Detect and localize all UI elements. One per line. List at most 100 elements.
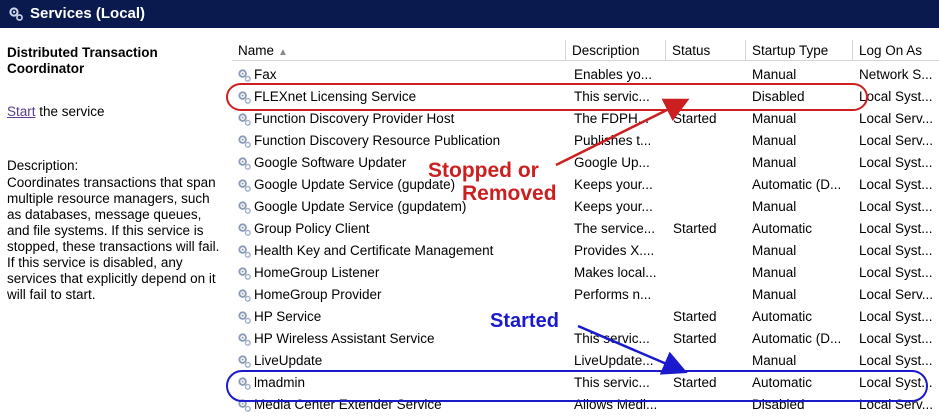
- service-row[interactable]: Google Update Service (gupdatem) Keeps yo…: [232, 196, 939, 218]
- service-gear-icon: [238, 135, 251, 148]
- service-row[interactable]: Fax Enables yo... Manual Network S...: [232, 64, 939, 86]
- column-name-label: Name: [238, 43, 275, 58]
- service-log-on-as: Local Syst...: [859, 199, 933, 214]
- column-header-log-on-as[interactable]: Log On As: [853, 40, 939, 61]
- service-startup-type: Manual: [752, 111, 797, 126]
- service-description-cell: This servic...: [574, 89, 650, 104]
- service-description-cell: Publishes t...: [574, 133, 652, 148]
- service-gear-icon: [238, 69, 251, 82]
- stopped-label-line2: Removed: [462, 182, 557, 205]
- service-row[interactable]: LiveUpdate LiveUpdate... Manual Local Syst.…: [232, 350, 939, 372]
- service-status: [673, 284, 743, 306]
- service-startup-type: Manual: [752, 287, 797, 302]
- service-name: LiveUpdate: [254, 353, 323, 368]
- service-row[interactable]: lmadmin This servic... Started Automatic Loc…: [232, 372, 939, 394]
- service-status: [673, 350, 743, 372]
- service-status: Started: [673, 111, 717, 126]
- service-name: HomeGroup Listener: [254, 265, 380, 280]
- service-gear-icon: [238, 201, 251, 214]
- service-gear-icon: [238, 355, 251, 368]
- window-title: Services (Local): [30, 5, 146, 22]
- service-status: [673, 196, 743, 218]
- service-description-cell: Keeps your...: [574, 177, 653, 192]
- service-gear-icon: [238, 311, 251, 324]
- service-startup-type: Manual: [752, 353, 797, 368]
- service-row[interactable]: HomeGroup Provider Performs n... Manual Loc…: [232, 284, 939, 306]
- service-gear-icon: [238, 333, 251, 346]
- service-row[interactable]: Google Update Service (gupdate) Keeps you…: [232, 174, 939, 196]
- service-description: Coordinates transactions that span multi…: [7, 175, 220, 302]
- column-header-name[interactable]: Name ▲: [232, 40, 566, 61]
- service-name: Function Discovery Resource Publication: [254, 133, 501, 148]
- service-row[interactable]: Function Discovery Provider Host The FDPH…: [232, 108, 939, 130]
- service-row[interactable]: HomeGroup Listener Makes local... Manual Lo…: [232, 262, 939, 284]
- service-name: Fax: [254, 67, 277, 82]
- service-startup-type: Automatic: [752, 375, 813, 390]
- service-description-cell: This servic...: [574, 375, 650, 390]
- service-description-cell: LiveUpdate...: [574, 353, 654, 368]
- service-description-cell: [574, 306, 664, 328]
- start-service-link[interactable]: Start: [7, 104, 36, 119]
- service-log-on-as: Network S...: [859, 67, 933, 82]
- column-header-description[interactable]: Description: [566, 40, 666, 61]
- service-startup-type: Manual: [752, 133, 797, 148]
- service-name: Health Key and Certificate Management: [254, 243, 494, 258]
- service-status: Started: [673, 331, 717, 346]
- gear-icon: [9, 7, 23, 21]
- service-row[interactable]: Google Software Updater Google Up... Manua…: [232, 152, 939, 174]
- service-log-on-as: Local Syst...: [859, 221, 933, 236]
- service-row[interactable]: Health Key and Certificate Management Pro…: [232, 240, 939, 262]
- service-startup-type: Manual: [752, 243, 797, 258]
- service-log-on-as: Local Serv...: [859, 133, 934, 148]
- service-log-on-as: Local Syst...: [859, 243, 933, 258]
- service-gear-icon: [238, 377, 251, 390]
- service-name: lmadmin: [254, 375, 306, 390]
- service-startup-type: Automatic: [752, 221, 813, 236]
- service-startup-type: Automatic: [752, 309, 813, 324]
- service-status: [673, 130, 743, 152]
- service-log-on-as: Local Serv...: [859, 397, 934, 412]
- service-description-cell: Keeps your...: [574, 199, 653, 214]
- stopped-label-line1: Stopped or: [428, 159, 539, 182]
- service-row[interactable]: Group Policy Client The service... Started…: [232, 218, 939, 240]
- service-description-cell: This servic...: [574, 331, 650, 346]
- service-log-on-as: Local Serv...: [859, 111, 934, 126]
- service-description-cell: Allows Medi...: [574, 397, 658, 412]
- services-list: Fax Enables yo... Manual Network S... FLEXne…: [232, 64, 939, 419]
- service-name: HomeGroup Provider: [254, 287, 382, 302]
- service-status: Started: [673, 375, 717, 390]
- service-log-on-as: Local Syst...: [859, 177, 933, 192]
- service-status: Started: [673, 309, 717, 324]
- service-gear-icon: [238, 399, 251, 412]
- service-gear-icon: [238, 113, 251, 126]
- service-gear-icon: [238, 223, 251, 236]
- service-row[interactable]: Media Center Extender Service Allows Medi…: [232, 394, 939, 416]
- column-header-startup-type[interactable]: Startup Type: [746, 40, 853, 61]
- service-log-on-as: Local Serv...: [859, 287, 934, 302]
- service-startup-type: Automatic (D...: [752, 331, 842, 346]
- action-suffix: the service: [35, 104, 105, 119]
- service-status: [673, 174, 743, 196]
- service-row[interactable]: FLEXnet Licensing Service This servic... D…: [232, 86, 939, 108]
- service-log-on-as: Local Syst...: [859, 265, 933, 280]
- title-bar: Services (Local): [0, 0, 939, 28]
- service-startup-type: Manual: [752, 155, 797, 170]
- service-gear-icon: [238, 157, 251, 170]
- description-label: Description:: [7, 158, 79, 173]
- column-header-row: Name ▲ Description Status Startup Type Lo…: [232, 40, 939, 62]
- list-top-edge: [228, 28, 939, 38]
- column-header-status[interactable]: Status: [666, 40, 746, 61]
- service-description-cell: Provides X....: [574, 243, 655, 258]
- service-startup-type: Disabled: [752, 89, 805, 104]
- service-row[interactable]: HP Service Started Automatic Local Syst...: [232, 306, 939, 328]
- service-startup-type: Manual: [752, 265, 797, 280]
- service-status: [673, 262, 743, 284]
- service-description-cell: Makes local...: [574, 265, 657, 280]
- service-startup-type: Disabled: [752, 397, 805, 412]
- service-name: Function Discovery Provider Host: [254, 111, 455, 126]
- service-status: [673, 394, 743, 416]
- service-status: [673, 64, 743, 86]
- service-row[interactable]: HP Wireless Assistant Service This servic…: [232, 328, 939, 350]
- service-startup-type: Automatic (D...: [752, 177, 842, 192]
- service-row[interactable]: Function Discovery Resource Publication P…: [232, 130, 939, 152]
